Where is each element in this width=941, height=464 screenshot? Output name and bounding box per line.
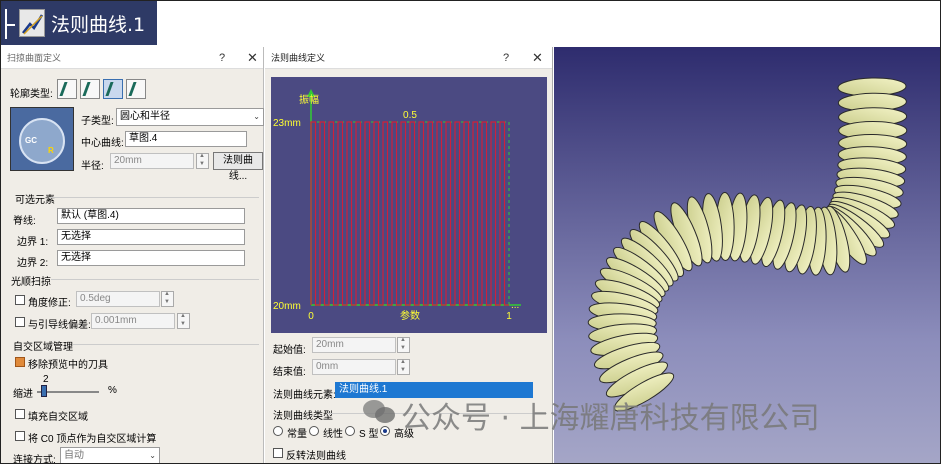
- type-radio-s[interactable]: [345, 426, 355, 436]
- law-button[interactable]: 法则曲线...: [213, 152, 263, 182]
- center-curve-label: 中心曲线:: [81, 138, 124, 149]
- end-label: 结束值:: [273, 367, 306, 378]
- y-axis-title: 振幅: [299, 93, 319, 106]
- app-frame: 法则曲线.1 扫掠曲面定义 ? ✕ 轮廓类型: GC R 子类型: 圆心和半径 ⌄…: [0, 0, 941, 464]
- fill-label: 填充自交区域: [28, 412, 88, 423]
- chevron-down-icon: ⌄: [149, 451, 156, 460]
- y-bottom-tick-label: 20mm: [273, 301, 301, 312]
- dialog-titlebar: 法则曲线定义 ? ✕: [265, 47, 552, 69]
- x-tick-label: 0.5: [403, 110, 417, 121]
- type-label-linear: 线性: [323, 429, 343, 440]
- subtype-label: 子类型:: [81, 116, 114, 127]
- radius-label: 半径:: [81, 161, 104, 172]
- type-section-title: 法则曲线类型: [273, 411, 333, 422]
- start-field[interactable]: 20mm: [312, 337, 396, 353]
- center-curve-field[interactable]: 草图.4: [125, 131, 247, 147]
- angle-label: 角度修正:: [28, 298, 71, 309]
- circle-profile-icon[interactable]: [103, 79, 123, 99]
- law-curve-line: [310, 121, 509, 306]
- x-tick-label: 0: [308, 311, 314, 322]
- dialog-titlebar: 扫掠曲面定义 ? ✕: [1, 47, 263, 69]
- close-icon[interactable]: ✕: [247, 50, 258, 66]
- wechat-icon: [363, 400, 395, 423]
- dialog-title: 扫掠曲面定义: [7, 53, 62, 63]
- remove-cutter-checkbox[interactable]: [15, 357, 25, 367]
- chevron-down-icon: ⌄: [253, 112, 260, 121]
- deviation-field[interactable]: 0.001mm: [91, 313, 175, 329]
- conic-profile-icon[interactable]: [126, 79, 146, 99]
- c0-label: 将 C0 顶点作为自交区域计算: [28, 434, 157, 445]
- tree-node-badge[interactable]: 法则曲线.1: [1, 1, 157, 45]
- retract-value: 2: [43, 374, 49, 385]
- element-label: 法则曲线元素:: [273, 390, 336, 401]
- help-icon[interactable]: ?: [219, 52, 225, 64]
- law-curve-icon: [19, 9, 45, 37]
- law-chart: 振幅 23mm 20mm 0 0.5 1 参数...: [271, 77, 547, 333]
- help-icon[interactable]: ?: [503, 52, 509, 64]
- retract-label: 缩进: [13, 389, 33, 400]
- fill-checkbox[interactable]: [15, 409, 25, 419]
- boundary2-label: 边界 2:: [17, 258, 49, 269]
- smooth-section-title: 光顺扫掠: [11, 277, 51, 288]
- end-field[interactable]: 0mm: [312, 359, 396, 375]
- optional-section-title: 可选元素: [15, 195, 55, 206]
- spine-label: 脊线:: [13, 216, 36, 227]
- boundary2-field[interactable]: 无选择: [57, 250, 245, 266]
- deviation-checkbox[interactable]: [15, 317, 25, 327]
- end-spinner[interactable]: [397, 359, 410, 375]
- sweep-surface-dialog: 扫掠曲面定义 ? ✕ 轮廓类型: GC R 子类型: 圆心和半径 ⌄ 中心曲线: …: [1, 47, 264, 464]
- line-profile-icon[interactable]: [80, 79, 100, 99]
- close-icon[interactable]: ✕: [532, 50, 543, 66]
- tree-node-label: 法则曲线.1: [51, 14, 146, 36]
- y-top-tick-label: 23mm: [273, 118, 301, 129]
- type-radio-advanced[interactable]: [380, 426, 390, 436]
- profile-preview-image: GC R: [10, 107, 74, 171]
- retract-slider-handle[interactable]: [41, 385, 47, 397]
- x-axis-end-label: ...: [511, 300, 519, 311]
- start-label: 起始值:: [273, 345, 306, 356]
- angle-field[interactable]: 0.5deg: [76, 291, 160, 307]
- connection-label: 连接方式:: [13, 455, 56, 464]
- type-label-constant: 常量: [287, 429, 307, 440]
- type-radio-constant[interactable]: [273, 426, 283, 436]
- remove-cutter-label: 移除预览中的刀具: [28, 360, 108, 371]
- boundary1-label: 边界 1:: [17, 237, 49, 248]
- retract-unit: %: [108, 385, 117, 396]
- invert-checkbox[interactable]: [273, 448, 283, 458]
- connection-select[interactable]: 自动 ⌄: [60, 447, 160, 463]
- explicit-profile-icon[interactable]: [57, 79, 77, 99]
- tree-branch-line: [5, 9, 15, 39]
- start-spinner[interactable]: [397, 337, 410, 353]
- subtype-select[interactable]: 圆心和半径 ⌄: [116, 108, 264, 126]
- radius-field[interactable]: 20mm: [110, 153, 194, 169]
- angle-spinner[interactable]: [161, 291, 174, 307]
- radius-spinner[interactable]: [196, 153, 209, 169]
- dialog-title: 法则曲线定义: [271, 53, 326, 63]
- type-radio-linear[interactable]: [309, 426, 319, 436]
- angle-checkbox[interactable]: [15, 295, 25, 305]
- profile-type-label: 轮廓类型:: [10, 89, 53, 100]
- boundary1-field[interactable]: 无选择: [57, 229, 245, 245]
- law-chart-svg: 振幅 23mm 20mm 0 0.5 1 参数...: [273, 89, 521, 322]
- x-axis-title: 参数: [400, 309, 420, 322]
- spine-field[interactable]: 默认 (草图.4): [57, 208, 245, 224]
- invert-label: 反转法则曲线: [286, 451, 346, 462]
- type-label-s: S 型: [359, 429, 379, 440]
- deviation-spinner[interactable]: [177, 313, 190, 329]
- watermark-text: 公众号 · 上海耀唐科技有限公司: [401, 401, 820, 436]
- self-intersect-section-title: 自交区域管理: [13, 342, 73, 353]
- deviation-label: 与引导线偏差:: [28, 320, 91, 331]
- c0-checkbox[interactable]: [15, 431, 25, 441]
- x-tick-label: 1: [506, 311, 512, 322]
